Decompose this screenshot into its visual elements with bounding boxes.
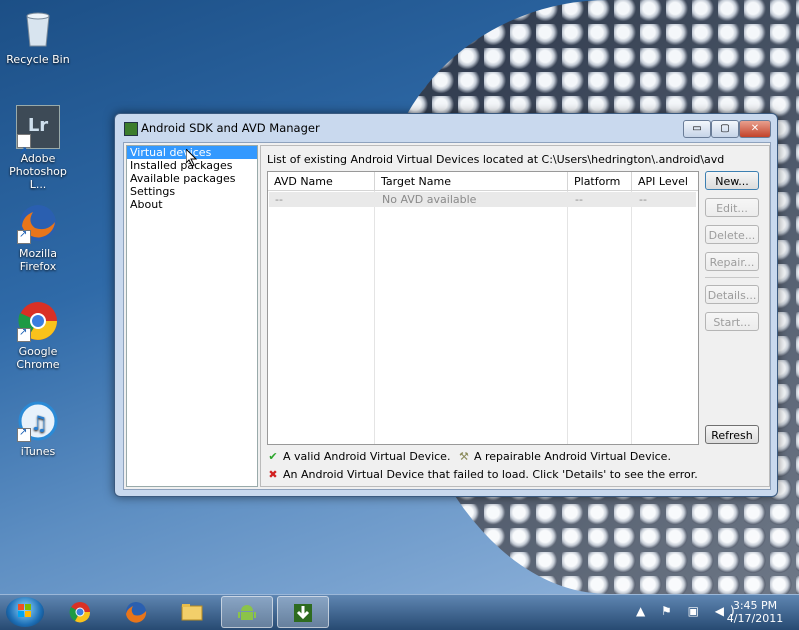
itunes-desktop-icon[interactable]: ♫ iTunes (0, 400, 76, 458)
column-header-avd-name[interactable]: AVD Name (268, 172, 375, 191)
itunes-icon: ♫ (17, 400, 59, 442)
shortcut-arrow-icon (17, 228, 31, 244)
chrome-icon (69, 602, 91, 623)
shortcut-arrow-icon (17, 132, 31, 172)
refresh-button[interactable]: Refresh (705, 425, 759, 444)
column-header-target-name[interactable]: Target Name (375, 172, 568, 191)
avd-location-heading: List of existing Android Virtual Devices… (267, 153, 725, 166)
cell-avd-name: -- (275, 193, 283, 206)
clock-date: 4/17/2011 (726, 612, 784, 625)
itunes-label: iTunes (20, 445, 56, 458)
folder-icon (181, 604, 203, 621)
virtual-devices-panel: List of existing Android Virtual Devices… (260, 145, 770, 487)
column-header-api-level[interactable]: API Level (632, 172, 698, 191)
sdk-manager-icon (294, 604, 312, 622)
checkmark-icon: ✔ (268, 450, 278, 463)
nav-item-settings[interactable]: Settings (127, 185, 257, 198)
legend-line-1: ✔ A valid Android Virtual Device. ⚒ A repa… (267, 450, 671, 464)
recycle-bin-label: Recycle Bin (6, 53, 70, 66)
window-title: Android SDK and AVD Manager (141, 121, 320, 135)
new-button[interactable]: New... (705, 171, 759, 190)
column-divider (631, 191, 632, 444)
error-x-icon: ✖ (268, 468, 278, 481)
nav-list: Virtual devices Installed packages Avail… (126, 145, 258, 487)
sdk-manager-icon (124, 122, 138, 136)
cell-target-name: No AVD available (382, 193, 477, 206)
taskbar-explorer-button[interactable] (167, 596, 219, 628)
nav-item-available-packages[interactable]: Available packages (127, 172, 257, 185)
column-divider (567, 191, 568, 444)
window-client: Virtual devices Installed packages Avail… (123, 142, 771, 490)
photoshop-lightroom-desktop-icon[interactable]: Lr Adobe Photoshop L... (0, 105, 76, 191)
windows-logo-icon (18, 604, 31, 617)
edit-button[interactable]: Edit... (705, 198, 759, 217)
delete-button[interactable]: Delete... (705, 225, 759, 244)
avd-table[interactable]: AVD Name Target Name Platform API Level … (267, 171, 699, 445)
start-orb-button[interactable] (6, 597, 44, 627)
legend-line-2: ✖ An Android Virtual Device that failed t… (267, 468, 698, 482)
legend-repairable-text: A repairable Android Virtual Device. (473, 450, 671, 463)
recycle-bin-icon (17, 8, 59, 50)
chrome-desktop-icon[interactable]: Google Chrome (0, 300, 76, 371)
button-separator (705, 277, 759, 278)
nav-item-about[interactable]: About (127, 198, 257, 211)
title-bar[interactable]: Android SDK and AVD Manager ▭ ▢ ✕ (115, 114, 777, 142)
legend-failed-text: An Android Virtual Device that failed to… (283, 468, 698, 481)
cell-api-level: -- (639, 193, 647, 206)
column-header-platform[interactable]: Platform (568, 172, 632, 191)
maximize-button[interactable]: ▢ (711, 120, 739, 138)
details-button[interactable]: Details... (705, 285, 759, 304)
chrome-icon (17, 300, 59, 342)
repair-wrench-icon: ⚒ (459, 450, 469, 463)
cell-platform: -- (575, 193, 583, 206)
taskbar-sdk-manager-button[interactable] (277, 596, 329, 628)
minimize-button[interactable]: ▭ (683, 120, 711, 138)
taskbar: ▲ ⚑ ▣ ◀) 3:45 PM 4/17/2011 (0, 594, 799, 630)
legend-valid-text: A valid Android Virtual Device. (283, 450, 451, 463)
clock-time: 3:45 PM (732, 599, 778, 612)
taskbar-android-button[interactable] (221, 596, 273, 628)
lightroom-icon: Lr (16, 105, 60, 172)
column-divider (374, 191, 375, 444)
repair-button[interactable]: Repair... (705, 252, 759, 271)
start-button[interactable]: Start... (705, 312, 759, 331)
recycle-bin-desktop-icon[interactable]: Recycle Bin (0, 8, 76, 66)
firefox-icon (17, 202, 59, 244)
android-icon (238, 605, 256, 620)
taskbar-firefox-button[interactable] (111, 596, 163, 628)
svg-text:♫: ♫ (30, 411, 48, 435)
mouse-cursor-icon (186, 149, 198, 167)
sdk-manager-window: Android SDK and AVD Manager ▭ ▢ ✕ Virtua… (114, 113, 778, 497)
lightroom-glyph: Lr (27, 115, 49, 136)
firefox-icon (126, 602, 147, 623)
shortcut-arrow-icon (17, 326, 31, 342)
firefox-desktop-icon[interactable]: Mozilla Firefox (0, 202, 76, 273)
chrome-label: Google Chrome (16, 345, 60, 371)
taskbar-chrome-button[interactable] (55, 596, 107, 628)
taskbar-clock[interactable]: 3:45 PM 4/17/2011 (720, 599, 790, 625)
photoshop-label: Adobe Photoshop L... (9, 152, 67, 191)
table-row[interactable]: -- No AVD available -- -- (269, 192, 696, 207)
firefox-label: Mozilla Firefox (19, 247, 57, 273)
close-button[interactable]: ✕ (739, 120, 771, 138)
shortcut-arrow-icon (17, 426, 31, 442)
